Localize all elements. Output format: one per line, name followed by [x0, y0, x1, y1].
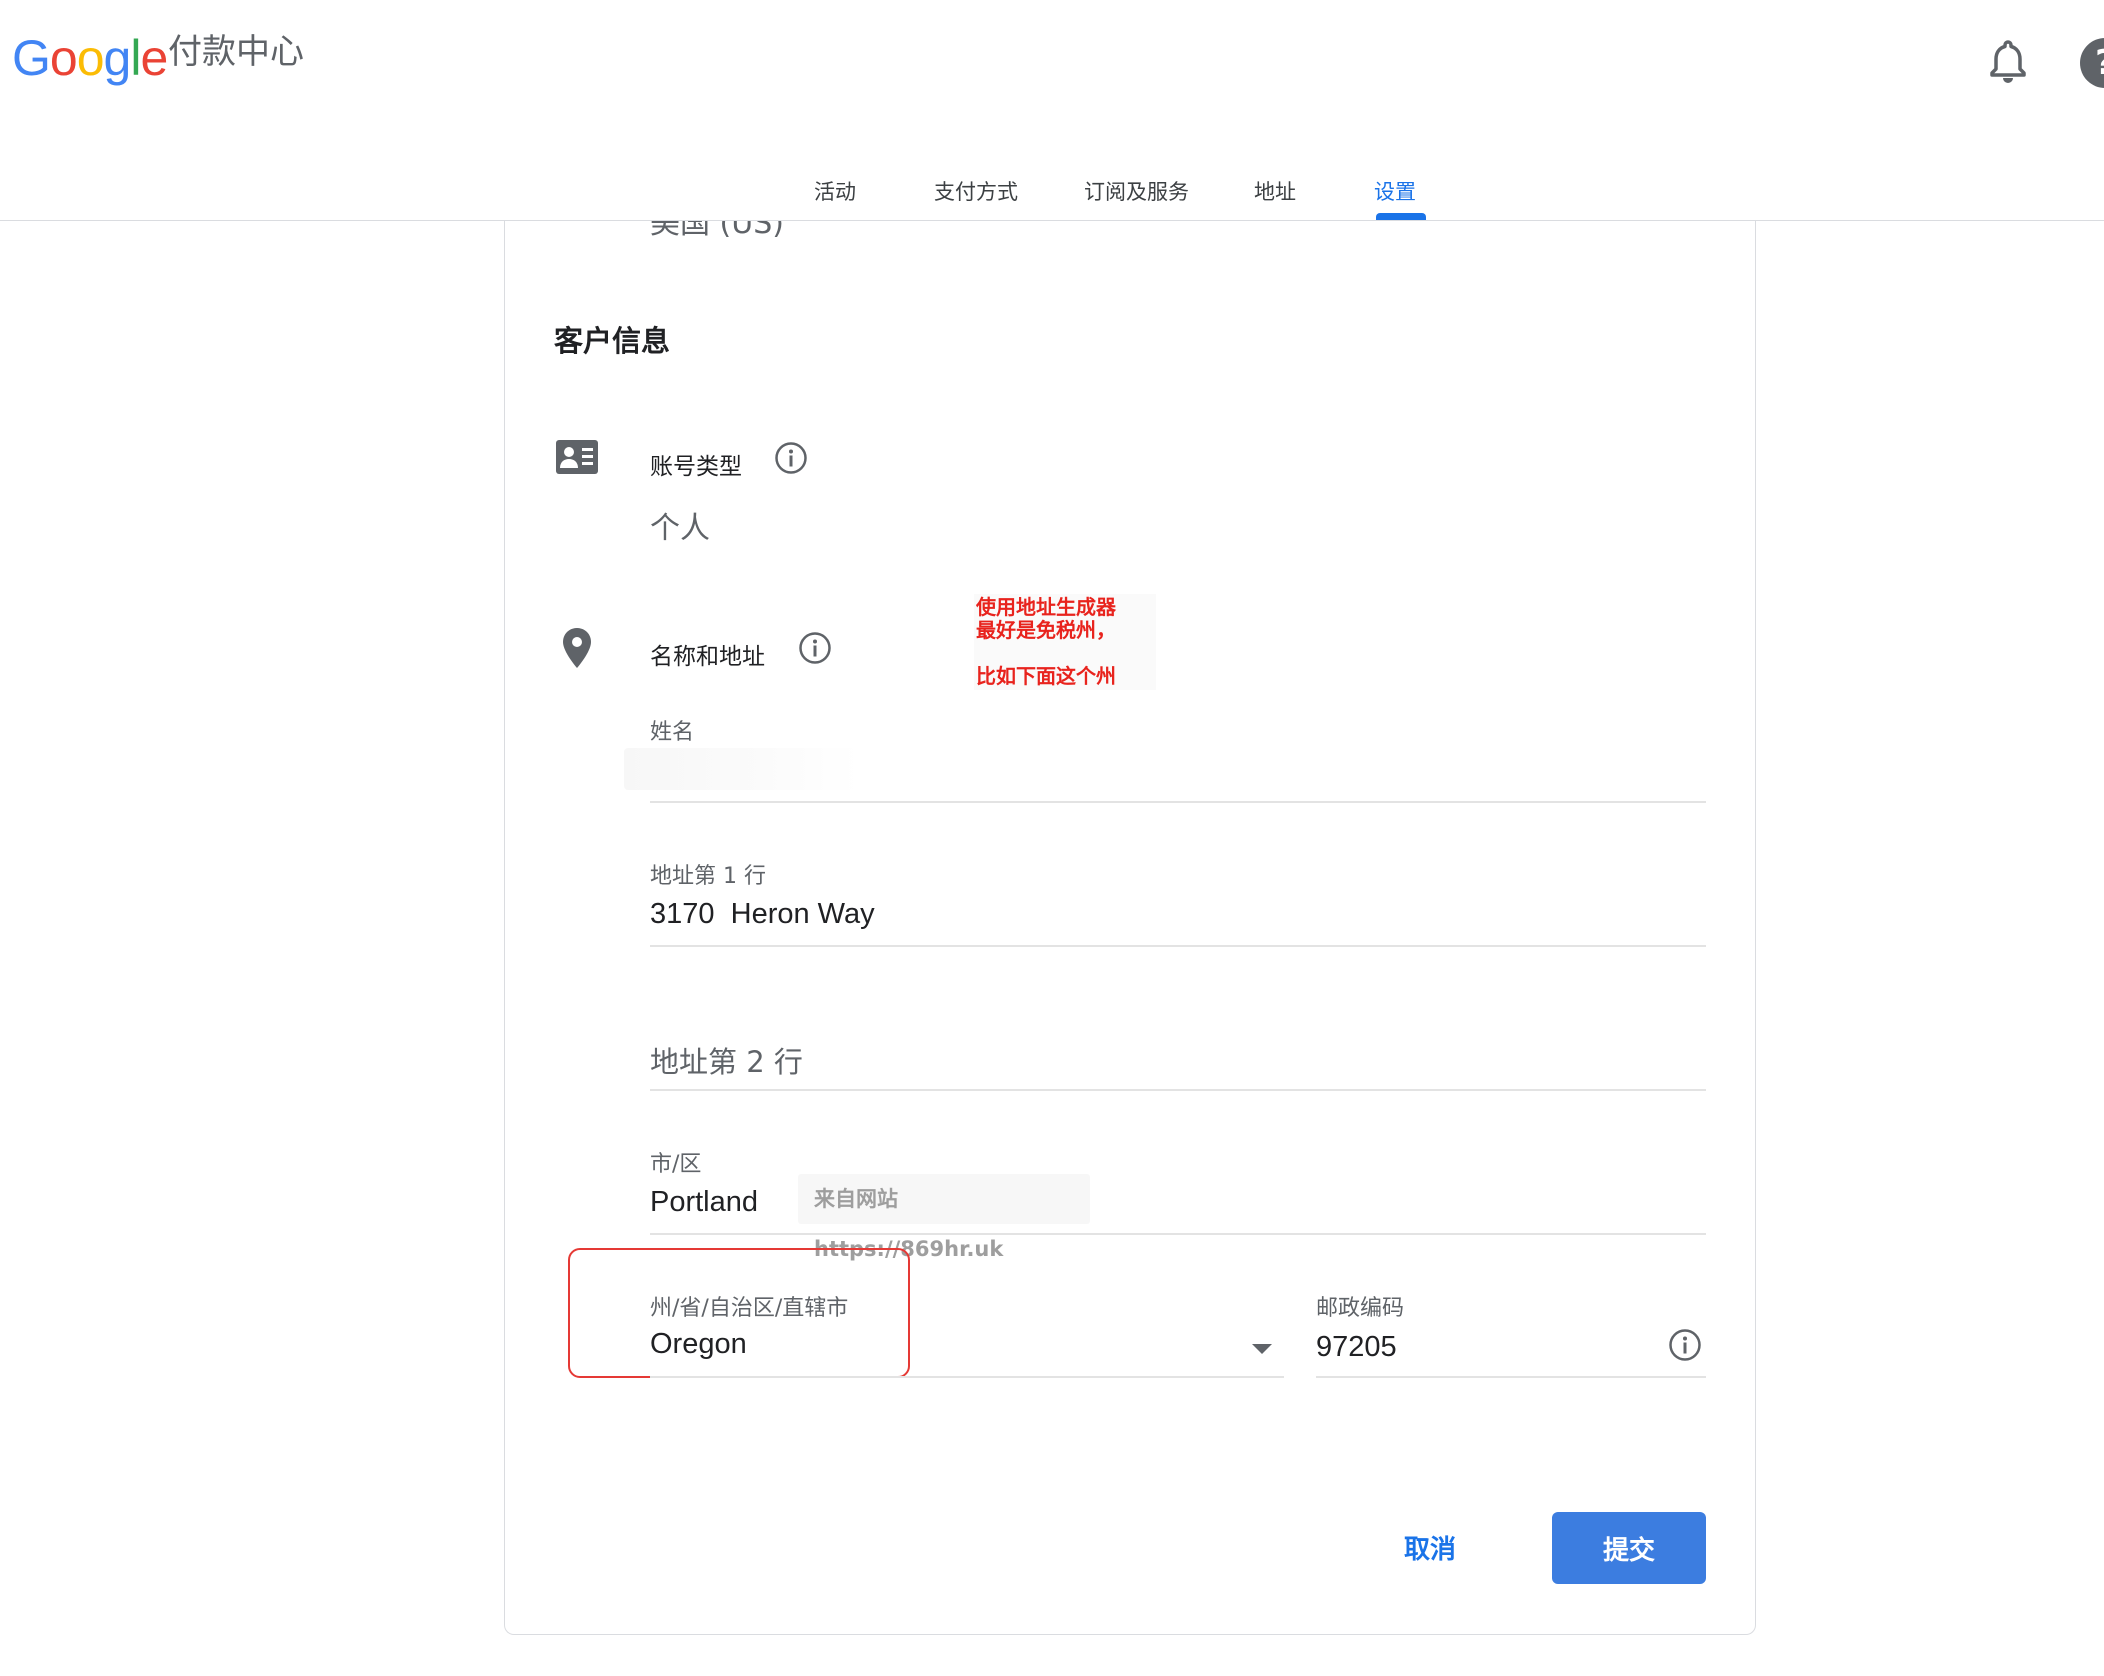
section-title: 客户信息 [554, 324, 671, 358]
info-icon[interactable] [774, 441, 808, 475]
active-tab-indicator [1376, 213, 1426, 220]
state-underline [650, 1376, 1284, 1378]
logo-letter: l [130, 30, 141, 86]
logo-letter: o [49, 30, 78, 86]
postal-code-input[interactable]: 97205 [1316, 1331, 1397, 1364]
logo-letter: g [103, 30, 132, 86]
tab-subscriptions[interactable]: 订阅及服务 [1084, 176, 1189, 206]
bell-icon[interactable] [1986, 38, 2030, 86]
annotation-line: 比如下面这个州 [976, 664, 1116, 688]
name-field-underline [650, 801, 1706, 803]
tab-payment-methods[interactable]: 支付方式 [934, 176, 1018, 206]
city-label: 市/区 [650, 1152, 702, 1177]
tab-bar: 活动 支付方式 订阅及服务 地址 设置 [0, 160, 2104, 220]
annotation-line: 使用地址生成器 [976, 595, 1116, 619]
logo-letter: o [76, 30, 105, 86]
contact-card-icon [556, 440, 598, 474]
logo-letter: e [140, 30, 168, 86]
tab-addresses[interactable]: 地址 [1254, 176, 1296, 206]
account-type-label: 账号类型 [650, 454, 742, 480]
city-input[interactable]: Portland [650, 1186, 758, 1219]
product-name: 付款中心 [168, 32, 304, 72]
postal-code-label: 邮政编码 [1316, 1296, 1405, 1321]
address-line1-input[interactable]: 3170 Heron Way [650, 898, 875, 931]
submit-button[interactable]: 提交 [1552, 1512, 1706, 1584]
postal-code-underline [1316, 1376, 1706, 1378]
name-field-redacted[interactable] [624, 748, 860, 790]
tab-activity[interactable]: 活动 [814, 176, 856, 206]
chevron-down-icon[interactable] [1252, 1344, 1272, 1354]
help-icon[interactable]: ? [2080, 38, 2104, 88]
info-icon[interactable] [1668, 1328, 1702, 1362]
name-label: 姓名 [650, 720, 695, 745]
address-line2-underline [650, 1089, 1706, 1091]
cancel-button[interactable]: 取消 [1380, 1512, 1480, 1582]
address-line1-underline [650, 945, 1706, 947]
city-underline [650, 1233, 1706, 1235]
annotation-line [976, 642, 1154, 665]
annotation-note: 使用地址生成器 最好是免税州， 比如下面这个州 [974, 594, 1156, 690]
info-icon[interactable] [798, 631, 832, 665]
google-logo[interactable]: Google [12, 28, 168, 88]
tab-settings[interactable]: 设置 [1374, 176, 1416, 206]
annotation-line: 最好是免税州， [976, 618, 1116, 642]
name-address-label: 名称和地址 [650, 644, 765, 670]
state-label: 州/省/自治区/直辖市 [650, 1296, 849, 1321]
address-line1-label: 地址第 1 行 [650, 864, 766, 889]
watermark: 来自网站 https://869hr.uk [798, 1174, 1090, 1261]
logo-letter: G [12, 30, 51, 86]
location-pin-icon [560, 626, 594, 670]
address-line2-input[interactable]: 地址第 2 行 [650, 1039, 803, 1081]
account-type-value: 个人 [650, 511, 710, 546]
state-select[interactable]: Oregon [650, 1328, 747, 1361]
